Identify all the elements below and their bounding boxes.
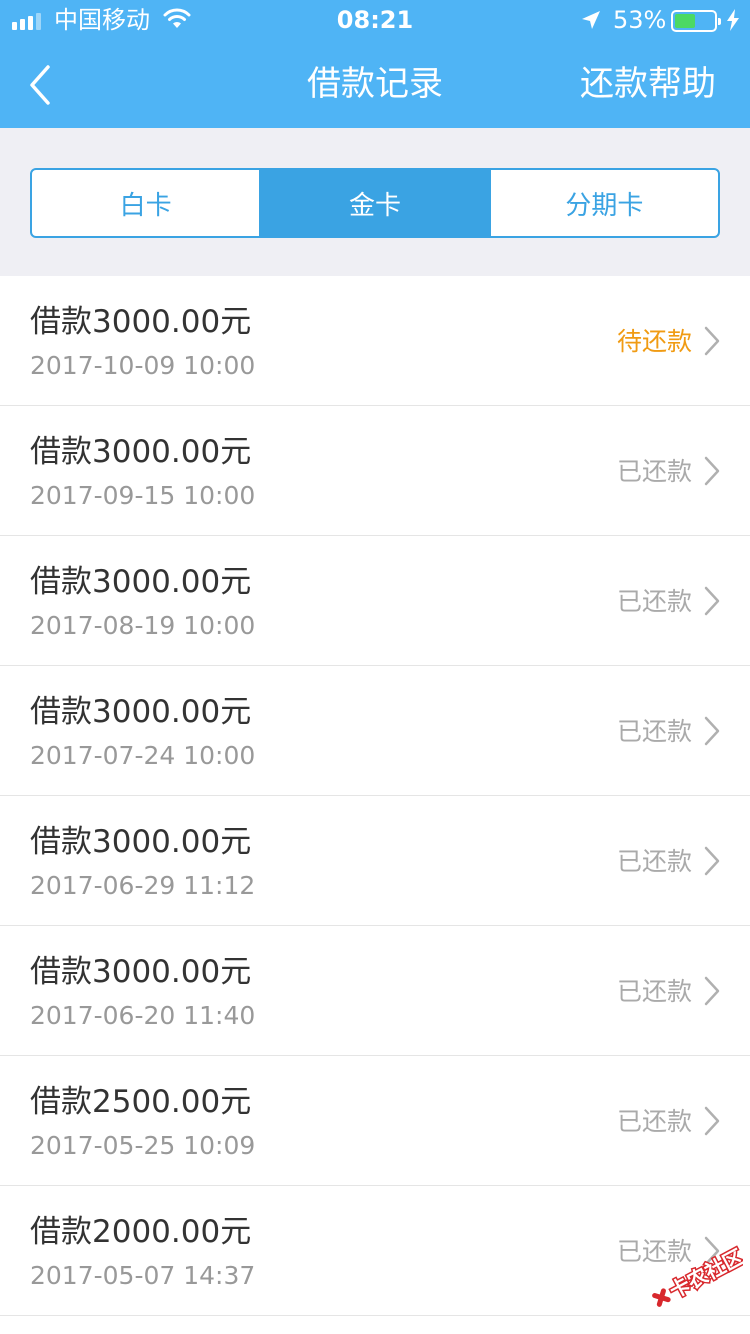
- loan-date: 2017-07-24 10:00: [30, 741, 256, 770]
- loan-amount: 借款3000.00元: [30, 564, 252, 600]
- status-label: 已还款: [616, 977, 692, 1006]
- chevron-right-icon: [704, 326, 720, 356]
- status-label: 已还款: [616, 457, 692, 486]
- location-icon: [582, 11, 600, 29]
- loan-date: 2017-06-29 11:12: [30, 871, 256, 900]
- battery-level: [675, 14, 695, 28]
- loan-date: 2017-05-25 10:09: [30, 1131, 256, 1160]
- chevron-right-icon: [704, 716, 720, 746]
- loan-amount: 借款3000.00元: [30, 824, 252, 860]
- chevron-right-icon: [704, 976, 720, 1006]
- battery-icon: [671, 10, 721, 32]
- nav-bar: 借款记录 还款帮助: [0, 40, 750, 128]
- tab-white-card[interactable]: 白卡: [32, 170, 262, 236]
- status-label: 已还款: [616, 717, 692, 746]
- tab-area: 白卡 金卡 分期卡: [0, 128, 750, 276]
- loan-date: 2017-10-09 10:00: [30, 351, 256, 380]
- loan-amount: 借款2500.00元: [30, 1084, 252, 1120]
- list-item[interactable]: 借款3000.00元 2017-09-15 10:00 已还款: [0, 406, 750, 536]
- loan-date: 2017-08-19 10:00: [30, 611, 256, 640]
- repay-help-button[interactable]: 还款帮助: [580, 64, 716, 104]
- list-item[interactable]: 借款3000.00元 2017-10-09 10:00 待还款: [0, 276, 750, 406]
- loan-amount: 借款3000.00元: [30, 694, 252, 730]
- chevron-right-icon: [704, 1106, 720, 1136]
- status-label: 待还款: [616, 327, 692, 356]
- loan-amount: 借款2000.00元: [30, 1214, 252, 1250]
- charging-icon: [727, 9, 739, 31]
- list-item[interactable]: 借款3000.00元 2017-06-29 11:12 已还款: [0, 796, 750, 926]
- status-label: 已还款: [616, 1107, 692, 1136]
- watermark-logo: 卡农社区: [652, 1245, 743, 1307]
- list-item[interactable]: 借款2500.00元 2017-05-25 10:09 已还款: [0, 1056, 750, 1186]
- battery-percent: 53%: [613, 6, 667, 34]
- loan-amount: 借款3000.00元: [30, 304, 252, 340]
- chevron-right-icon: [704, 456, 720, 486]
- list-item[interactable]: 借款3000.00元 2017-06-20 11:40 已还款: [0, 926, 750, 1056]
- loan-date: 2017-05-07 14:37: [30, 1261, 256, 1290]
- tab-gold-card[interactable]: 金卡: [261, 170, 491, 236]
- list-item[interactable]: 借款2000.00元 2017-05-07 14:37 已还款: [0, 1186, 750, 1316]
- loan-date: 2017-09-15 10:00: [30, 481, 256, 510]
- status-label: 已还款: [616, 587, 692, 616]
- chevron-right-icon: [704, 846, 720, 876]
- loan-amount: 借款3000.00元: [30, 434, 252, 470]
- tab-installment-card[interactable]: 分期卡: [491, 170, 718, 236]
- loan-record-list: 借款3000.00元 2017-10-09 10:00 待还款 借款3000.0…: [0, 276, 750, 1316]
- list-item[interactable]: 借款3000.00元 2017-07-24 10:00 已还款: [0, 666, 750, 796]
- loan-amount: 借款3000.00元: [30, 954, 252, 990]
- status-label: 已还款: [616, 847, 692, 876]
- chevron-right-icon: [704, 586, 720, 616]
- list-item[interactable]: 借款3000.00元 2017-08-19 10:00 已还款: [0, 536, 750, 666]
- card-tabs: 白卡 金卡 分期卡: [30, 168, 720, 238]
- svg-text:卡农社区: 卡农社区: [665, 1245, 743, 1303]
- status-bar: 中国移动 08:21 53%: [0, 0, 750, 40]
- loan-date: 2017-06-20 11:40: [30, 1001, 256, 1030]
